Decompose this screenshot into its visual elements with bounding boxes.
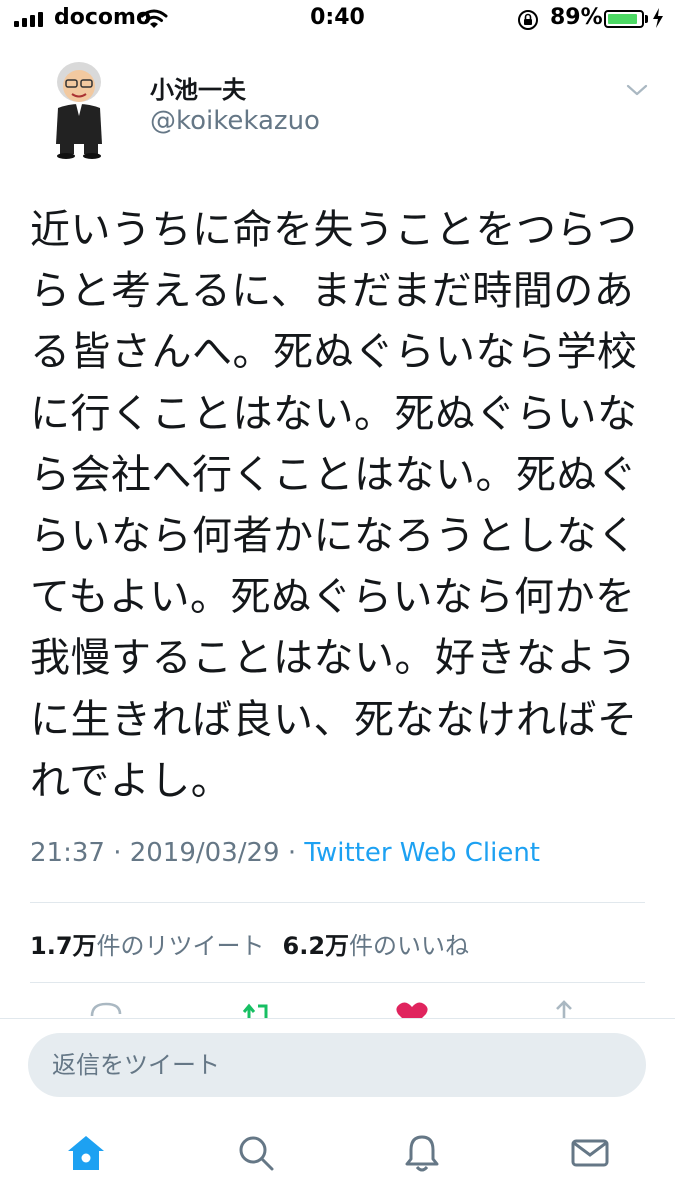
reply-input[interactable]: 返信をツイート: [28, 1033, 646, 1097]
bottom-bar: 返信をツイート: [0, 1018, 675, 1201]
tweet-text: 近いうちに命を失うことをつらつらと考えるに、まだまだ時間のある皆さんへ。死ぬぐら…: [30, 207, 638, 804]
like-icon[interactable]: [394, 1000, 430, 1018]
like-label: 件のいいね: [349, 932, 470, 960]
divider: [30, 902, 645, 903]
retweet-label: 件のリツイート: [96, 932, 265, 960]
display-name[interactable]: 小池一夫: [150, 70, 246, 105]
battery-tip: [645, 15, 648, 23]
divider: [30, 982, 645, 983]
retweet-stat[interactable]: 1.7万件のリツイート: [30, 932, 265, 960]
notifications-icon[interactable]: [402, 1133, 442, 1173]
messages-icon[interactable]: [570, 1133, 610, 1173]
chevron-down-icon[interactable]: [625, 82, 649, 98]
charging-bolt-icon: [653, 8, 663, 28]
tweet-timestamp: 21:37 · 2019/03/29 ·: [30, 838, 305, 868]
tweet-source-link[interactable]: Twitter Web Client: [304, 838, 540, 868]
tweet-meta: 21:37 · 2019/03/29 · Twitter Web Client: [30, 838, 540, 868]
share-icon[interactable]: [549, 1000, 579, 1018]
like-stat[interactable]: 6.2万件のいいね: [283, 932, 470, 960]
user-handle[interactable]: @koikekazuo: [150, 106, 320, 136]
home-icon[interactable]: [66, 1133, 106, 1173]
retweet-icon[interactable]: [238, 1000, 274, 1018]
battery-percent: 89%: [550, 5, 603, 30]
orientation-lock-icon: [518, 10, 538, 30]
status-bar: docomo 0:40 89%: [0, 0, 675, 38]
battery-icon: [604, 10, 644, 28]
search-icon[interactable]: [236, 1133, 276, 1173]
retweet-count: 1.7万: [30, 932, 97, 960]
like-count: 6.2万: [282, 932, 350, 960]
tweet-actions: [0, 1000, 675, 1018]
battery-fill: [608, 14, 637, 24]
reply-icon[interactable]: [88, 1000, 124, 1018]
engagement-stats: 1.7万件のリツイート 6.2万件のいいね: [30, 926, 469, 961]
avatar[interactable]: [46, 60, 112, 160]
